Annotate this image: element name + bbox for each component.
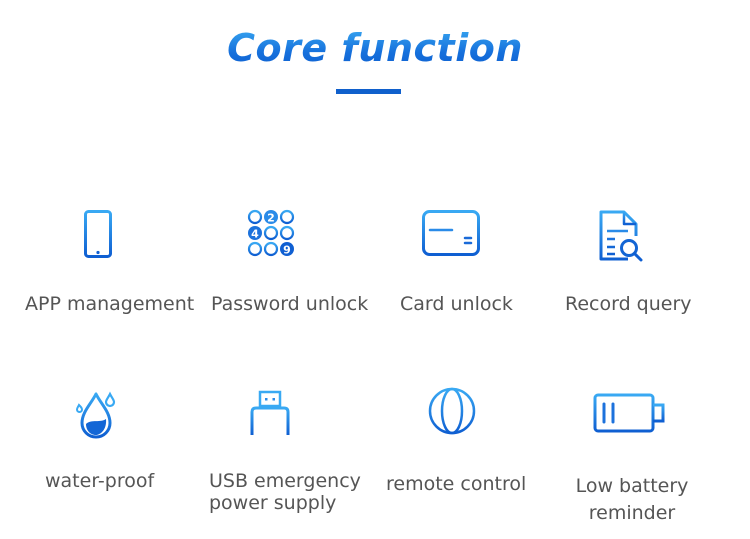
svg-text:2: 2 [267, 212, 275, 225]
svg-text:9: 9 [283, 244, 291, 257]
feature-label: Record query [565, 293, 692, 315]
title-underline [336, 89, 401, 94]
low-battery-icon [593, 393, 665, 433]
feature-label: APP management [25, 293, 195, 315]
feature-label-line: reminder [588, 502, 676, 524]
keypad-icon: 2 4 9 [247, 209, 295, 257]
usb-icon [250, 390, 290, 435]
water-drop-icon [75, 391, 116, 439]
smartphone-icon [84, 210, 112, 258]
feature-label-line: USB emergency [209, 470, 361, 492]
feature-label: water-proof [45, 470, 155, 492]
feature-label: Card unlock [400, 293, 513, 315]
card-icon [422, 210, 480, 256]
feature-label: Password unlock [211, 293, 369, 315]
feature-label: USB emergency power supply [209, 470, 361, 514]
globe-icon [428, 387, 476, 435]
feature-label: remote control [386, 473, 527, 495]
feature-label: Low battery reminder [563, 473, 701, 527]
document-search-icon [599, 210, 643, 262]
svg-text:4: 4 [251, 228, 259, 241]
feature-label-line: Low battery [575, 475, 689, 497]
feature-label-line: power supply [209, 492, 337, 514]
section-title: Core function [0, 26, 750, 70]
